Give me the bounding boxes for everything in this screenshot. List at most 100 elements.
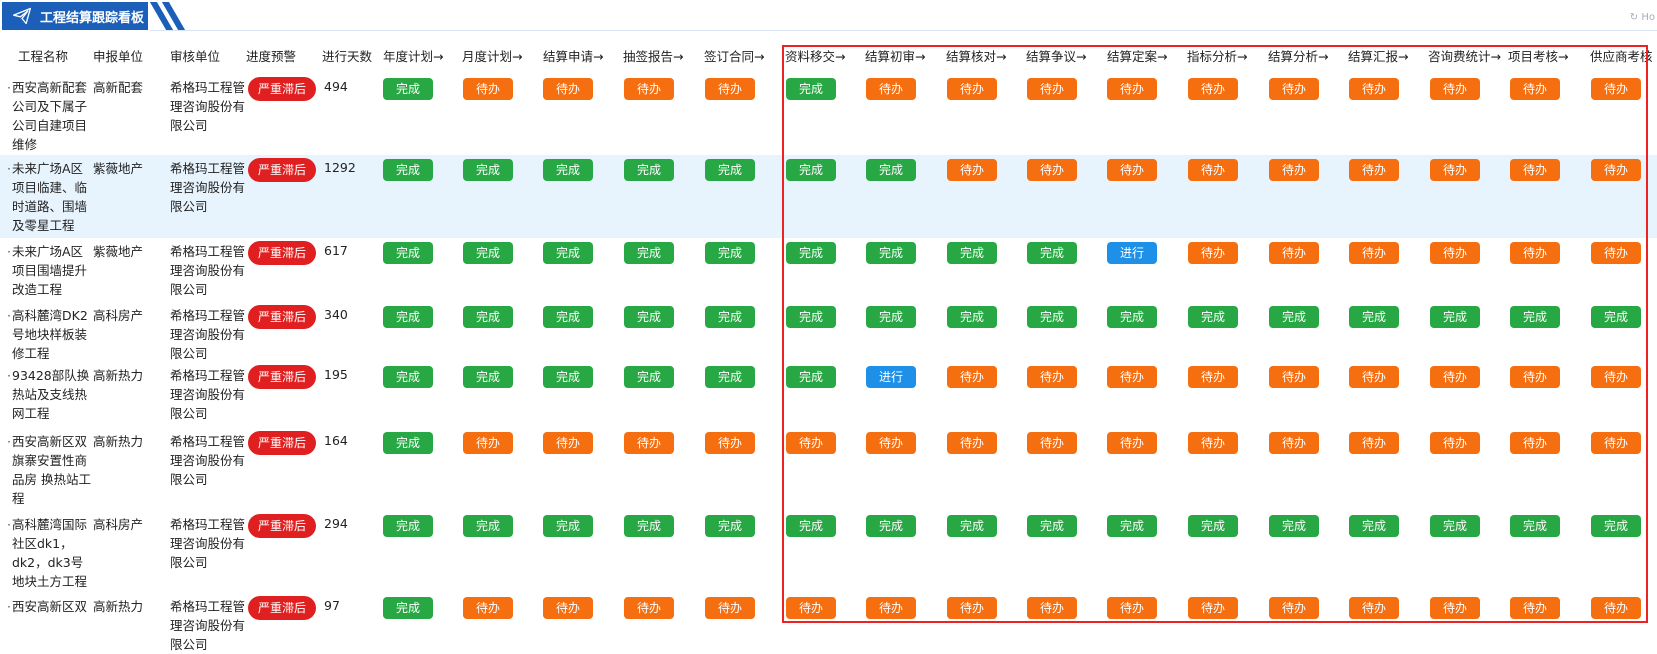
status-button-done[interactable]: 完成 xyxy=(705,242,755,264)
status-button-done[interactable]: 完成 xyxy=(866,242,916,264)
status-button-todo[interactable]: 待办 xyxy=(1027,597,1077,619)
status-button-todo[interactable]: 待办 xyxy=(463,432,513,454)
status-button-prog[interactable]: 进行 xyxy=(866,366,916,388)
status-button-done[interactable]: 完成 xyxy=(786,515,836,537)
status-button-done[interactable]: 完成 xyxy=(705,366,755,388)
status-button-done[interactable]: 完成 xyxy=(383,432,433,454)
status-button-todo[interactable]: 待办 xyxy=(1107,159,1157,181)
status-button-done[interactable]: 完成 xyxy=(543,242,593,264)
status-button-done[interactable]: 完成 xyxy=(1430,306,1480,328)
status-button-todo[interactable]: 待办 xyxy=(1107,597,1157,619)
status-button-todo[interactable]: 待办 xyxy=(866,597,916,619)
status-button-done[interactable]: 完成 xyxy=(624,306,674,328)
status-button-done[interactable]: 完成 xyxy=(1107,515,1157,537)
status-button-done[interactable]: 完成 xyxy=(543,306,593,328)
status-button-todo[interactable]: 待办 xyxy=(1591,366,1641,388)
status-button-done[interactable]: 完成 xyxy=(543,515,593,537)
status-button-todo[interactable]: 待办 xyxy=(1269,242,1319,264)
status-button-done[interactable]: 完成 xyxy=(383,306,433,328)
status-button-todo[interactable]: 待办 xyxy=(1430,366,1480,388)
status-button-todo[interactable]: 待办 xyxy=(1188,597,1238,619)
status-button-done[interactable]: 完成 xyxy=(947,306,997,328)
status-button-done[interactable]: 完成 xyxy=(463,515,513,537)
status-button-todo[interactable]: 待办 xyxy=(1430,597,1480,619)
status-button-done[interactable]: 完成 xyxy=(705,515,755,537)
status-button-todo[interactable]: 待办 xyxy=(1591,597,1641,619)
status-button-done[interactable]: 完成 xyxy=(1027,242,1077,264)
status-button-todo[interactable]: 待办 xyxy=(1591,159,1641,181)
status-button-todo[interactable]: 待办 xyxy=(1107,432,1157,454)
status-button-done[interactable]: 完成 xyxy=(383,515,433,537)
table-row[interactable]: 西安高新区双旗寨安置性商品房 换热站工程高新热力 希格玛工程管理咨询股份有限公司严… xyxy=(0,428,1657,511)
status-button-done[interactable]: 完成 xyxy=(866,515,916,537)
status-button-todo[interactable]: 待办 xyxy=(705,432,755,454)
status-button-done[interactable]: 完成 xyxy=(866,306,916,328)
status-button-done[interactable]: 完成 xyxy=(866,159,916,181)
status-button-todo[interactable]: 待办 xyxy=(1107,366,1157,388)
status-button-todo[interactable]: 待办 xyxy=(624,432,674,454)
table-row[interactable]: 未来广场A区项目临建、临时道路、围墙及零星工程紫薇地产 希格玛工程管理咨询股份有限… xyxy=(0,155,1657,238)
status-button-done[interactable]: 完成 xyxy=(1349,306,1399,328)
status-button-done[interactable]: 完成 xyxy=(463,306,513,328)
status-button-todo[interactable]: 待办 xyxy=(463,597,513,619)
status-button-todo[interactable]: 待办 xyxy=(1188,432,1238,454)
status-button-todo[interactable]: 待办 xyxy=(1027,159,1077,181)
status-button-done[interactable]: 完成 xyxy=(624,515,674,537)
table-row[interactable]: 高科麓湾DK2号地块样板装修工程高科房产 希格玛工程管理咨询股份有限公司严重滞后 3… xyxy=(0,302,1657,362)
status-button-done[interactable]: 完成 xyxy=(383,159,433,181)
status-button-todo[interactable]: 待办 xyxy=(1510,432,1560,454)
status-button-todo[interactable]: 待办 xyxy=(1591,242,1641,264)
status-button-done[interactable]: 完成 xyxy=(786,159,836,181)
status-button-done[interactable]: 完成 xyxy=(1027,306,1077,328)
status-button-todo[interactable]: 待办 xyxy=(624,597,674,619)
status-button-todo[interactable]: 待办 xyxy=(786,432,836,454)
status-button-todo[interactable]: 待办 xyxy=(1349,78,1399,100)
status-button-todo[interactable]: 待办 xyxy=(1269,366,1319,388)
status-button-done[interactable]: 完成 xyxy=(786,78,836,100)
status-button-todo[interactable]: 待办 xyxy=(1188,78,1238,100)
status-button-todo[interactable]: 待办 xyxy=(1510,78,1560,100)
status-button-done[interactable]: 完成 xyxy=(705,306,755,328)
table-row[interactable]: 未来广场A区项目围墙提升改造工程紫薇地产 希格玛工程管理咨询股份有限公司严重滞后 6… xyxy=(0,238,1657,302)
status-button-done[interactable]: 完成 xyxy=(1107,306,1157,328)
status-button-done[interactable]: 完成 xyxy=(383,366,433,388)
status-button-done[interactable]: 完成 xyxy=(383,242,433,264)
status-button-done[interactable]: 完成 xyxy=(1430,515,1480,537)
status-button-todo[interactable]: 待办 xyxy=(1510,366,1560,388)
status-button-todo[interactable]: 待办 xyxy=(1349,432,1399,454)
table-row[interactable]: 93428部队换热站及支线热网工程高新热力 希格玛工程管理咨询股份有限公司严重滞后… xyxy=(0,362,1657,428)
status-button-todo[interactable]: 待办 xyxy=(866,432,916,454)
status-button-done[interactable]: 完成 xyxy=(543,159,593,181)
status-button-todo[interactable]: 待办 xyxy=(1349,159,1399,181)
status-button-todo[interactable]: 待办 xyxy=(705,597,755,619)
status-button-todo[interactable]: 待办 xyxy=(463,78,513,100)
status-button-todo[interactable]: 待办 xyxy=(1510,159,1560,181)
status-button-done[interactable]: 完成 xyxy=(624,159,674,181)
status-button-todo[interactable]: 待办 xyxy=(1269,78,1319,100)
status-button-todo[interactable]: 待办 xyxy=(947,432,997,454)
table-row[interactable]: 高科麓湾国际社区dk1，dk2，dk3号地块土方工程高科房产 希格玛工程管理咨询股… xyxy=(0,511,1657,593)
status-button-todo[interactable]: 待办 xyxy=(1430,159,1480,181)
status-button-done[interactable]: 完成 xyxy=(383,78,433,100)
status-button-done[interactable]: 完成 xyxy=(1510,515,1560,537)
status-button-todo[interactable]: 待办 xyxy=(624,78,674,100)
board-title-tab[interactable]: 工程结算跟踪看板 xyxy=(2,2,148,30)
status-button-done[interactable]: 完成 xyxy=(1027,515,1077,537)
status-button-todo[interactable]: 待办 xyxy=(1430,78,1480,100)
status-button-done[interactable]: 完成 xyxy=(463,366,513,388)
status-button-done[interactable]: 完成 xyxy=(947,242,997,264)
status-button-done[interactable]: 完成 xyxy=(1591,306,1641,328)
status-button-todo[interactable]: 待办 xyxy=(1510,242,1560,264)
status-button-todo[interactable]: 待办 xyxy=(947,597,997,619)
status-button-todo[interactable]: 待办 xyxy=(1430,242,1480,264)
status-button-todo[interactable]: 待办 xyxy=(543,432,593,454)
status-button-done[interactable]: 完成 xyxy=(1591,515,1641,537)
status-button-todo[interactable]: 待办 xyxy=(1349,242,1399,264)
status-button-done[interactable]: 完成 xyxy=(1188,306,1238,328)
status-button-todo[interactable]: 待办 xyxy=(1510,597,1560,619)
status-button-done[interactable]: 完成 xyxy=(1269,306,1319,328)
status-button-done[interactable]: 完成 xyxy=(624,242,674,264)
status-button-done[interactable]: 完成 xyxy=(1188,515,1238,537)
status-button-todo[interactable]: 待办 xyxy=(1107,78,1157,100)
status-button-prog[interactable]: 进行 xyxy=(1107,242,1157,264)
